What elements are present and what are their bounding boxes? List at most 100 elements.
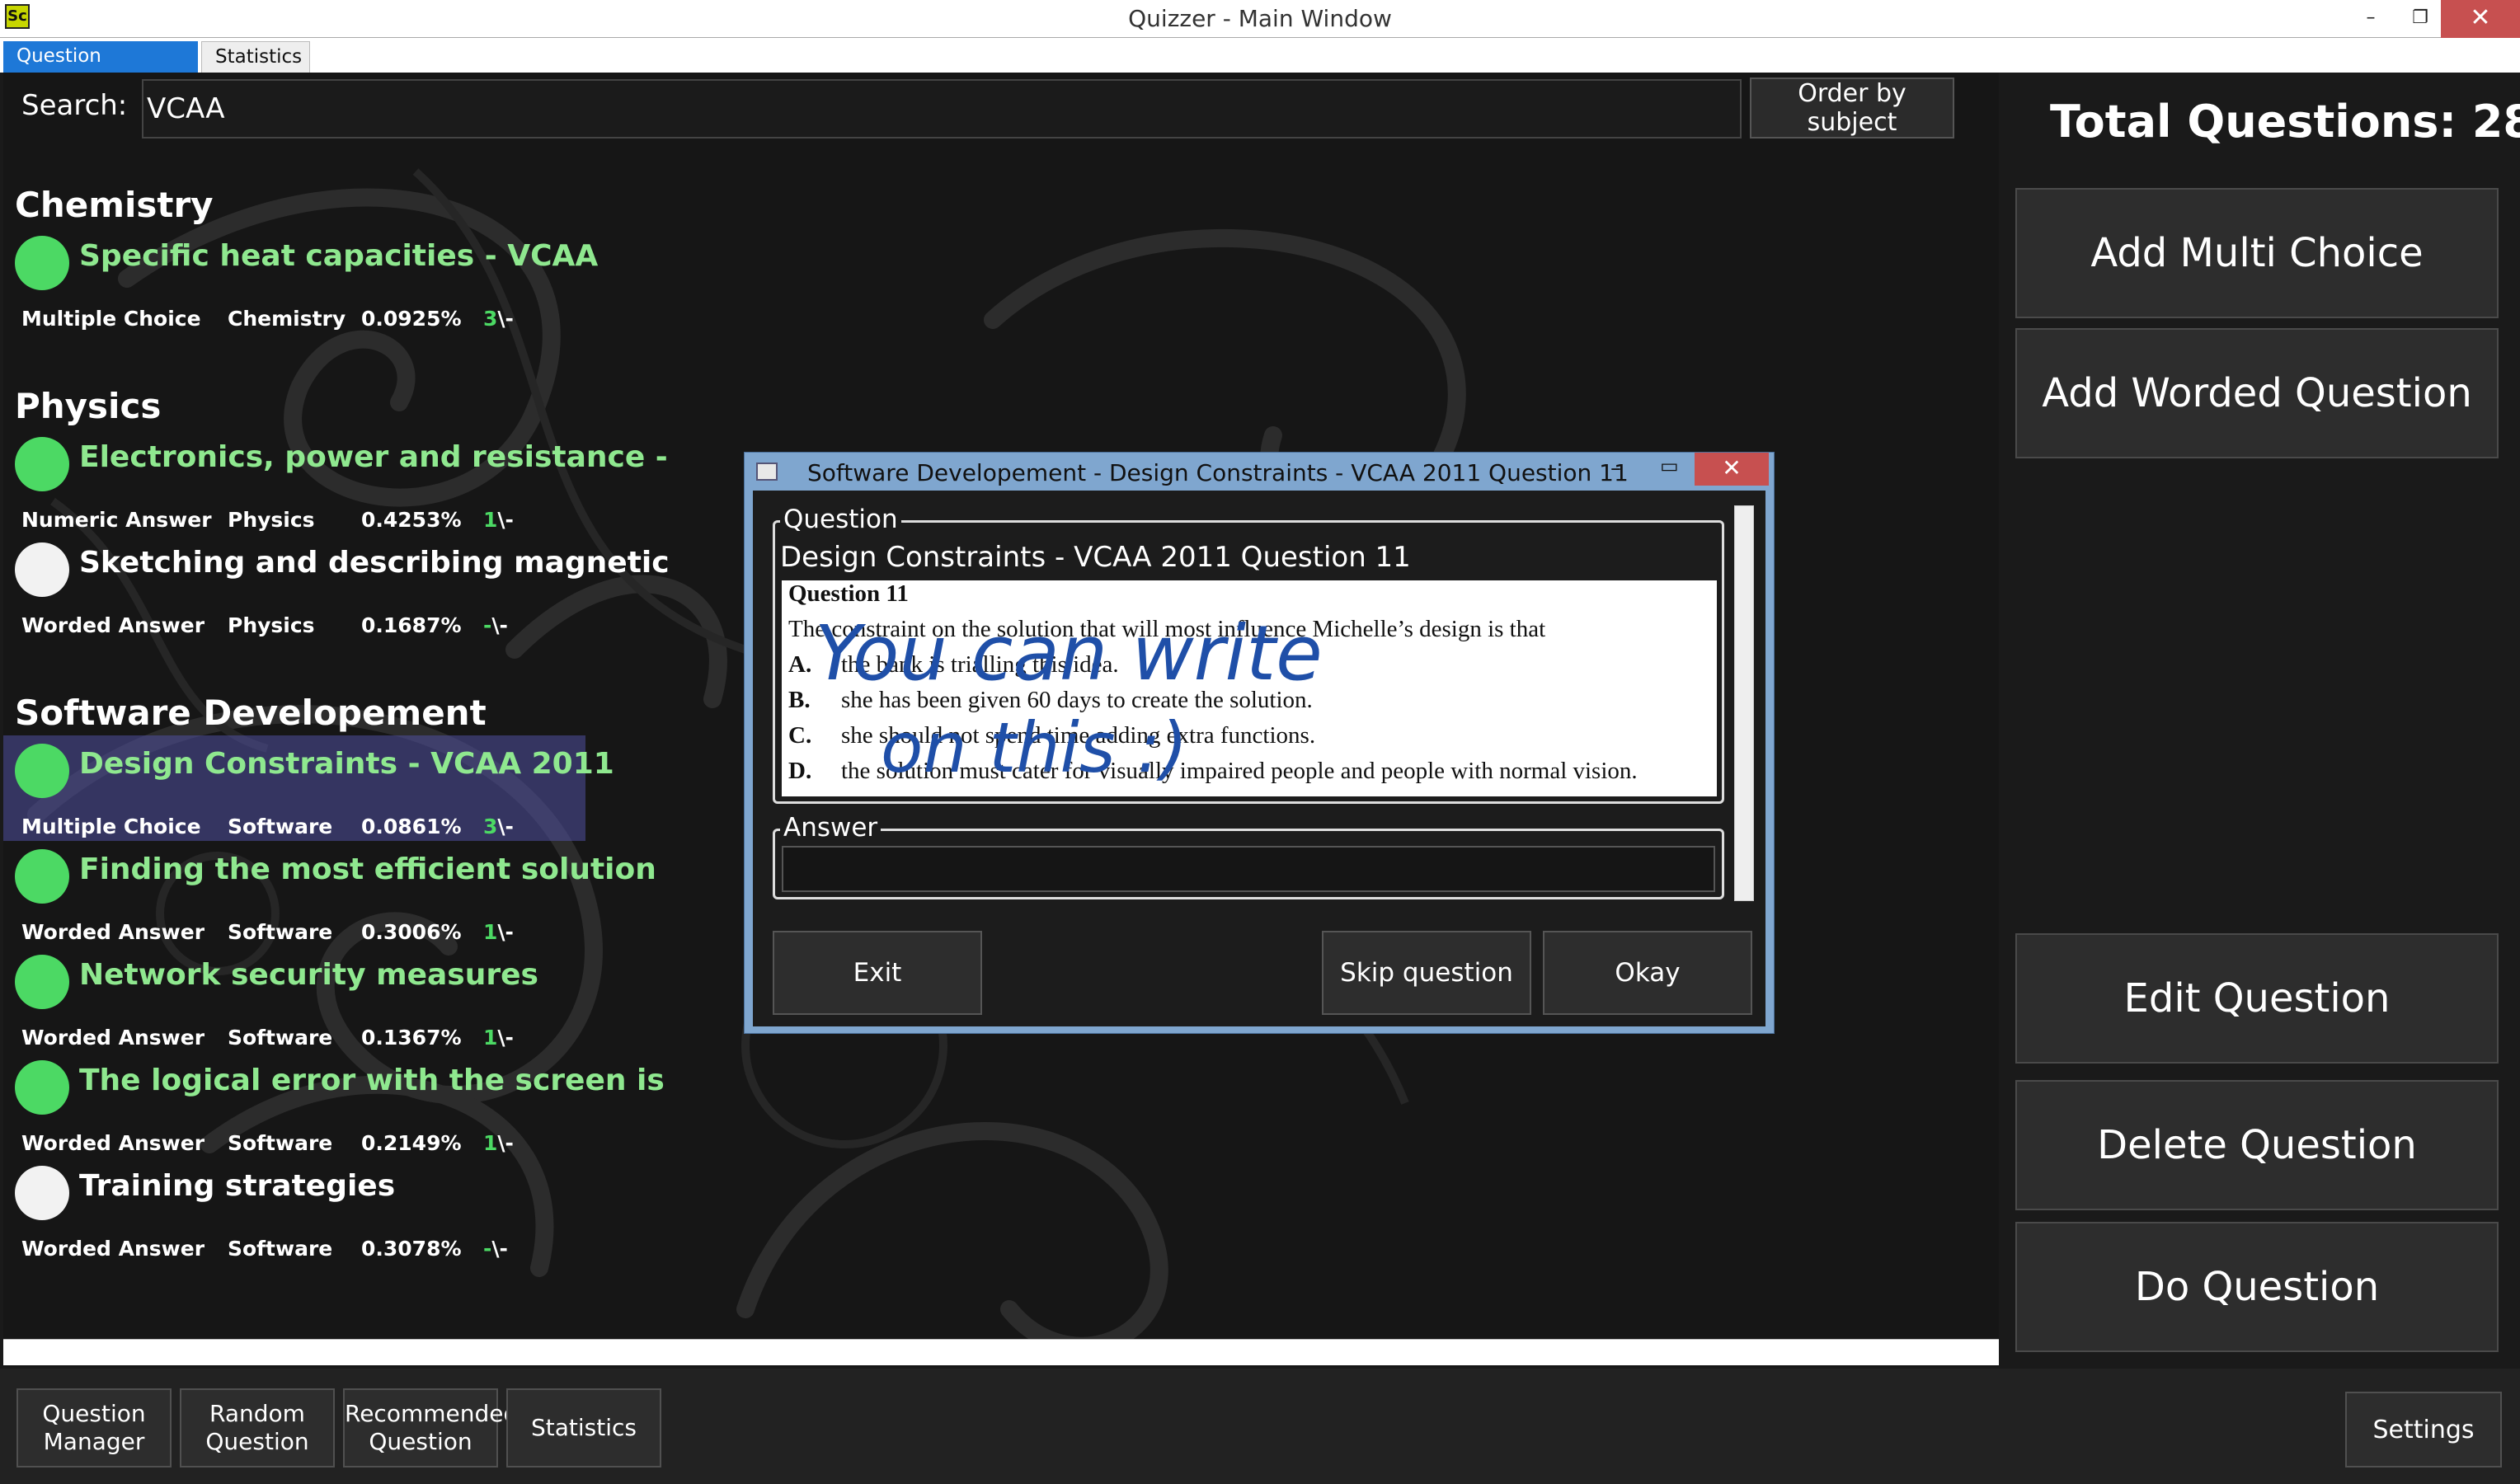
question-subject: Chemistry [228,307,346,331]
list-item-selected[interactable]: Design Constraints - VCAA 2011 Multiple … [3,735,614,841]
status-indicator-icon [15,1060,69,1115]
nav-recommended-question-button[interactable]: Recommended Question [343,1388,518,1468]
question-percent: 0.2149% [361,1131,462,1155]
tab-question-manager[interactable]: Question Manager [3,41,198,96]
question-title: Finding the most efficient solution [79,852,656,886]
list-item[interactable]: Electronics, power and resistance - Nume… [3,429,668,534]
question-type: Multiple Choice [21,815,201,838]
question-score: 1\- [483,1131,514,1155]
question-subject: Software [228,1131,333,1155]
skip-question-button[interactable]: Skip question [1322,931,1531,1015]
dialog-title: Software Developement - Design Constrain… [807,459,1629,486]
list-item[interactable]: Specific heat capacities - VCAA Multiple… [3,228,598,333]
minimize-window-button[interactable]: – [2350,0,2391,38]
question-score: -\- [483,1237,508,1261]
question-score: 1\- [483,920,514,944]
nav-question-manager-button[interactable]: Question Manager [16,1388,172,1468]
list-item[interactable]: Sketching and describing magnetic Worded… [3,534,670,640]
question-score: 3\- [483,815,514,838]
edit-question-button[interactable]: Edit Question [2015,933,2499,1064]
question-percent: 0.3006% [361,920,462,944]
subject-heading: Software Developement [15,693,487,733]
question-percent: 0.3078% [361,1237,462,1261]
dialog-maximize-button[interactable]: ▭ [1660,454,1679,477]
question-percent: 0.1367% [361,1026,462,1050]
close-window-button[interactable]: ✕ [2441,0,2520,38]
dialog-body: Question Design Constraints - VCAA 2011 … [753,491,1765,1026]
status-indicator-icon [15,849,69,904]
question-document[interactable]: Question 11 The constraint on the soluti… [782,580,1717,796]
tab-statistics[interactable]: Statistics [201,41,310,73]
dialog-vertical-scrollbar[interactable] [1734,505,1754,901]
question-subject: Physics [228,613,315,637]
question-percent: 0.1687% [361,613,462,637]
option-b: B. she has been given 60 days to create t… [788,687,1313,713]
order-by-subject-button[interactable]: Order by subject [1750,77,1954,139]
bottom-navigation-bar: Question Manager Random Question Recomme… [0,1369,2520,1484]
option-c: C. she should not spend time adding extra… [788,722,1316,749]
question-subject: Software [228,1237,333,1261]
list-item[interactable]: Training strategies Worded Answer Softwa… [3,1158,585,1263]
subject-heading: Physics [15,386,162,426]
question-stem: The constraint on the solution that will… [788,616,1546,642]
dialog-minimize-button[interactable]: – [1610,456,1621,481]
answer-groupbox: Answer [773,813,1724,899]
option-a: A. the bank is trialling this idea. [788,651,1119,678]
dialog-window-icon [756,463,778,481]
question-score: 1\- [483,508,514,532]
dialog-titlebar: Software Developement - Design Constrain… [745,453,1774,491]
question-title: Sketching and describing magnetic [79,546,670,580]
list-item[interactable]: Network security measures Worded Answer … [3,946,585,1052]
question-title: The logical error with the screen is [79,1064,665,1097]
status-indicator-icon [15,955,69,1009]
question-type: Worded Answer [21,613,205,637]
question-score: 1\- [483,1026,514,1050]
search-label: Search: [21,89,128,122]
option-d: D. the solution must cater for visually i… [788,758,1638,784]
status-indicator-icon [15,542,69,597]
nav-statistics-button[interactable]: Statistics [506,1388,661,1468]
question-number: Question 11 [788,580,909,607]
status-indicator-icon [15,236,69,290]
question-title: Electronics, power and resistance - [79,440,668,474]
question-subject: Software [228,1026,333,1050]
total-questions-count: Total Questions: 281 [2050,96,2520,148]
question-groupbox: Question Design Constraints - VCAA 2011 … [773,505,1724,804]
question-type: Worded Answer [21,1131,205,1155]
question-subject: Software [228,815,333,838]
window-titlebar: Sc Quizzer - Main Window – ❐ ✕ [0,0,2520,38]
nav-random-question-button[interactable]: Random Question [180,1388,335,1468]
question-type: Worded Answer [21,920,205,944]
question-title: Design Constraints - VCAA 2011 [79,747,614,781]
delete-question-button[interactable]: Delete Question [2015,1080,2499,1210]
question-score: -\- [483,613,508,637]
answer-legend: Answer [780,813,882,843]
subject-heading: Chemistry [15,185,214,225]
tab-strip: Question Manager Statistics [0,38,2520,96]
question-subject: Physics [228,508,315,532]
add-multi-choice-button[interactable]: Add Multi Choice [2015,188,2499,318]
question-header: Design Constraints - VCAA 2011 Question … [780,541,1411,574]
question-score: 3\- [483,307,514,331]
dialog-close-button[interactable]: ✕ [1695,453,1769,486]
list-item[interactable]: The logical error with the screen is Wor… [3,1052,665,1158]
question-type: Worded Answer [21,1237,205,1261]
question-percent: 0.0925% [361,307,462,331]
restore-window-button[interactable]: ❐ [2400,0,2441,38]
exit-button[interactable]: Exit [773,931,982,1015]
question-type: Multiple Choice [21,307,201,331]
okay-button[interactable]: Okay [1543,931,1752,1015]
answer-input[interactable] [782,846,1715,892]
do-question-button[interactable]: Do Question [2015,1222,2499,1352]
status-indicator-icon [15,744,69,798]
question-subject: Software [228,920,333,944]
list-item[interactable]: Finding the most efficient solution Word… [3,841,656,946]
search-input[interactable] [142,79,1742,139]
window-title: Quizzer - Main Window [1128,5,1392,32]
question-title: Training strategies [79,1169,396,1203]
add-worded-question-button[interactable]: Add Worded Question [2015,328,2499,458]
status-indicator-icon [15,1166,69,1220]
settings-button[interactable]: Settings [2345,1392,2502,1468]
question-percent: 0.4253% [361,508,462,532]
horizontal-scrollbar[interactable] [3,1339,1999,1365]
